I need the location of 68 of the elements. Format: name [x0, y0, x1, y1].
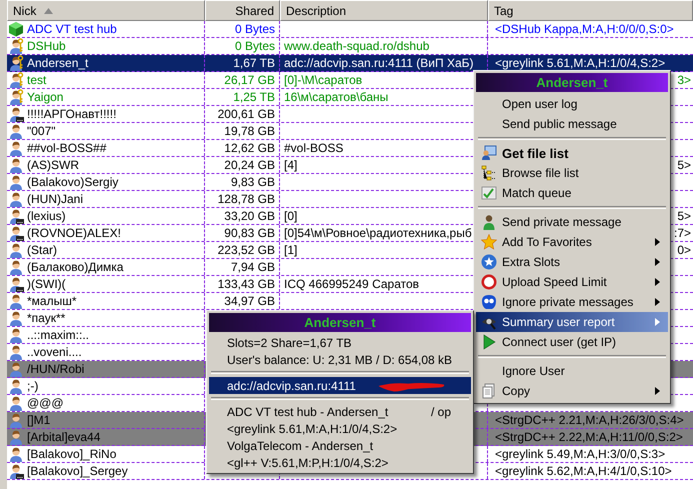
table-cell: [1] — [284, 243, 298, 257]
nick-cell: ;-) — [27, 379, 38, 393]
nick-cell: (HUN)Jani — [27, 192, 84, 206]
table-cell: 20,24 GB — [224, 158, 275, 172]
nick-cell: /HUN/Robi — [27, 362, 84, 376]
table-cell: 0 Bytes — [234, 22, 275, 36]
nick-cell: ..voveni.... — [27, 345, 82, 359]
table-cell: 16\м\саратов\баны — [284, 90, 388, 104]
nick-cell: (AS)SWR — [27, 158, 79, 172]
table-cell: 5> — [677, 158, 691, 172]
nick-cell: *паук** — [27, 311, 66, 325]
menu-title: Andersen_t — [209, 313, 471, 332]
nick-cell: test — [27, 73, 46, 87]
nick-cell: ##vol-BOSS## — [27, 141, 106, 155]
table-cell: 3> — [677, 73, 691, 87]
table-cell: adc://adcvip.san.ru:4111 (ВиП ХаБ) — [284, 56, 474, 70]
nick-cell: "007" — [27, 124, 56, 138]
table-cell: 33,20 GB — [224, 209, 275, 223]
table-cell: 5> — [677, 209, 691, 223]
table-cell: 1,25 TB — [233, 90, 275, 104]
nick-cell: [Balakovo]_Sergey — [27, 464, 128, 478]
nick-cell: *малыш* — [27, 294, 77, 308]
table-cell: www.death-squad.ro/dshub — [284, 39, 430, 53]
table-cell: 223,52 GB — [218, 243, 275, 257]
table-cell: [4] — [284, 158, 298, 172]
nick-cell: ADC VT test hub — [27, 22, 117, 36]
nick-cell: [Arbital]eva44 — [27, 430, 100, 444]
nick-cell: [Balakovo]_RiNo — [27, 447, 116, 461]
table-cell: 1,67 TB — [233, 56, 275, 70]
table-cell: :7> — [674, 226, 691, 240]
table-cell: #vol-BOSS — [284, 141, 344, 155]
table-cell: 0 Bytes — [234, 39, 275, 53]
table-cell: 19,78 GB — [224, 124, 275, 138]
table-cell: 12,62 GB — [224, 141, 275, 155]
table-cell: 0> — [677, 243, 691, 257]
menu-title: Andersen_t — [476, 73, 668, 92]
table-cell: 34,97 GB — [224, 294, 275, 308]
table-cell: 200,61 GB — [218, 107, 275, 121]
table-cell: 7,94 GB — [230, 260, 275, 274]
nick-cell: DSHub — [27, 39, 66, 53]
nick-cell: Yaigon — [27, 90, 64, 104]
table-cell: 26,17 GB — [224, 73, 275, 87]
table-cell: 9,83 GB — [230, 175, 275, 189]
nick-cell: []M1 — [27, 413, 50, 427]
table-cell: ICQ 466995249 Саратов — [284, 277, 420, 291]
table-cell: <StrgDC++ 2.22,M:A,H:11/0/0,S:2> — [495, 430, 683, 444]
table-cell: 128,78 GB — [218, 192, 275, 206]
table-cell: <greylink 5.49,M:A,H:3/0/0,S:3> — [495, 447, 666, 461]
nick-cell: Andersen_t — [27, 56, 88, 70]
nick-cell: )(SWI)( — [27, 277, 66, 291]
table-cell: [0] — [284, 209, 298, 223]
table-cell: <greylink 5.62,M:A,H:4/1/0,S:10> — [495, 464, 672, 478]
nick-cell: ..::maxim::.. — [27, 328, 90, 342]
nick-cell: (lexius) — [27, 209, 66, 223]
nick-cell: (Балаково)Димка — [27, 260, 124, 274]
menu-item-note: / op — [430, 404, 451, 418]
table-cell: [0]54\м\Ровное\радиотехника,рыб — [284, 226, 472, 240]
nick-cell: (Star) — [27, 243, 57, 257]
nick-cell: (ROVNOE)ALEX! — [27, 226, 122, 240]
table-cell: [0]-\М\саратов — [284, 73, 362, 87]
table-cell: <greylink 5.61,M:A,H:1/0/4,S:2> — [495, 56, 666, 70]
nick-cell: !!!!!АРГОнавт!!!!! — [27, 107, 116, 121]
table-cell: 90,83 GB — [224, 226, 275, 240]
table-cell: 133,43 GB — [218, 277, 275, 291]
nick-cell: (Balakovo)Sergiy — [27, 175, 118, 189]
table-cell: <StrgDC++ 2.21,M:A,H:26/3/0,S:4> — [495, 413, 684, 427]
nick-cell: @@@ — [27, 396, 64, 410]
table-cell: <DSHub Kappa,M:A,H:0/0/0,S:0> — [495, 22, 674, 36]
